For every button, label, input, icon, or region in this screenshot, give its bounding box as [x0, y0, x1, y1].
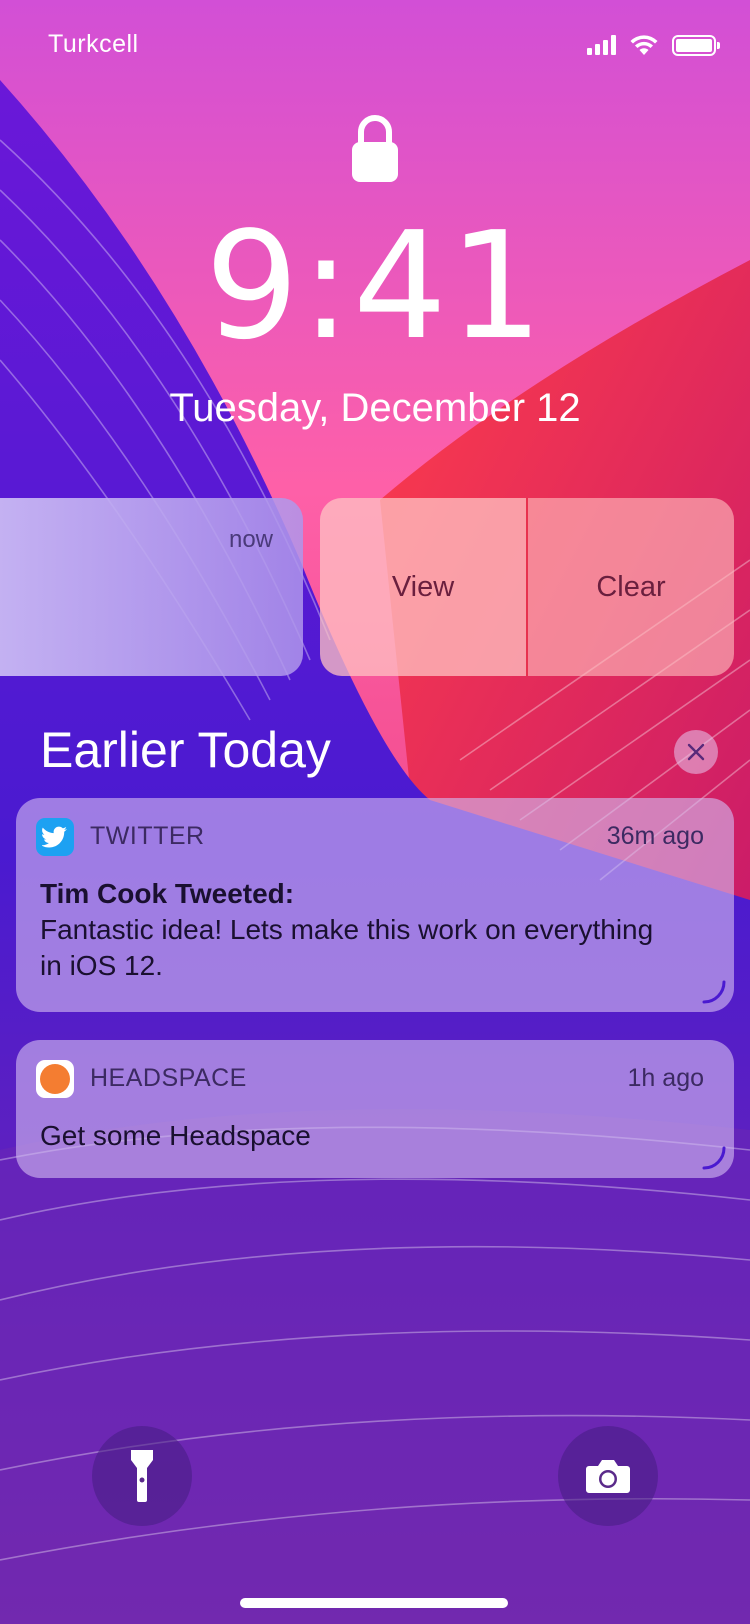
notification-time: now — [228, 526, 273, 553]
notification-time: 36m ago — [606, 822, 704, 850]
status-icons — [587, 34, 720, 56]
notification-card-headspace[interactable]: HEADSPACE 1h ago Get some Headspace — [16, 1040, 734, 1178]
clock-date: Tuesday, December 12 — [169, 386, 581, 430]
lock-icon — [352, 115, 398, 182]
app-name: TWITTER — [90, 822, 205, 850]
carrier-name: Turkcell — [48, 30, 139, 58]
headspace-icon — [36, 1060, 74, 1098]
clear-all-button[interactable] — [674, 730, 718, 774]
notification-body: Get some Headspace — [40, 1120, 311, 1151]
clock-time: 9:41 — [204, 200, 546, 372]
notification-actions: View Clear — [320, 498, 734, 676]
camera-icon — [586, 1460, 630, 1493]
notification-title: Tim Cook Tweeted: — [40, 878, 295, 909]
view-button[interactable]: View — [320, 498, 526, 676]
app-name: HEADSPACE — [90, 1064, 247, 1092]
expand-corner-icon — [702, 980, 726, 1004]
wifi-icon — [630, 35, 658, 55]
twitter-icon — [36, 818, 74, 856]
camera-button[interactable] — [558, 1426, 658, 1526]
notification-time: 1h ago — [627, 1064, 704, 1092]
section-title: Earlier Today — [40, 722, 331, 778]
close-icon — [687, 743, 705, 761]
flashlight-button[interactable] — [92, 1426, 192, 1526]
swiped-notification[interactable]: now — [0, 498, 303, 676]
battery-icon — [672, 34, 720, 56]
notification-body: Fantastic idea! Lets make this work on e… — [40, 914, 654, 981]
expand-corner-icon — [702, 1146, 726, 1170]
flashlight-icon — [131, 1450, 153, 1502]
signal-bars-icon — [587, 35, 616, 55]
clear-button[interactable]: Clear — [528, 498, 734, 676]
home-indicator[interactable] — [240, 1598, 508, 1608]
notification-card-twitter[interactable]: TWITTER 36m ago Tim Cook Tweeted: Fantas… — [16, 798, 734, 1012]
